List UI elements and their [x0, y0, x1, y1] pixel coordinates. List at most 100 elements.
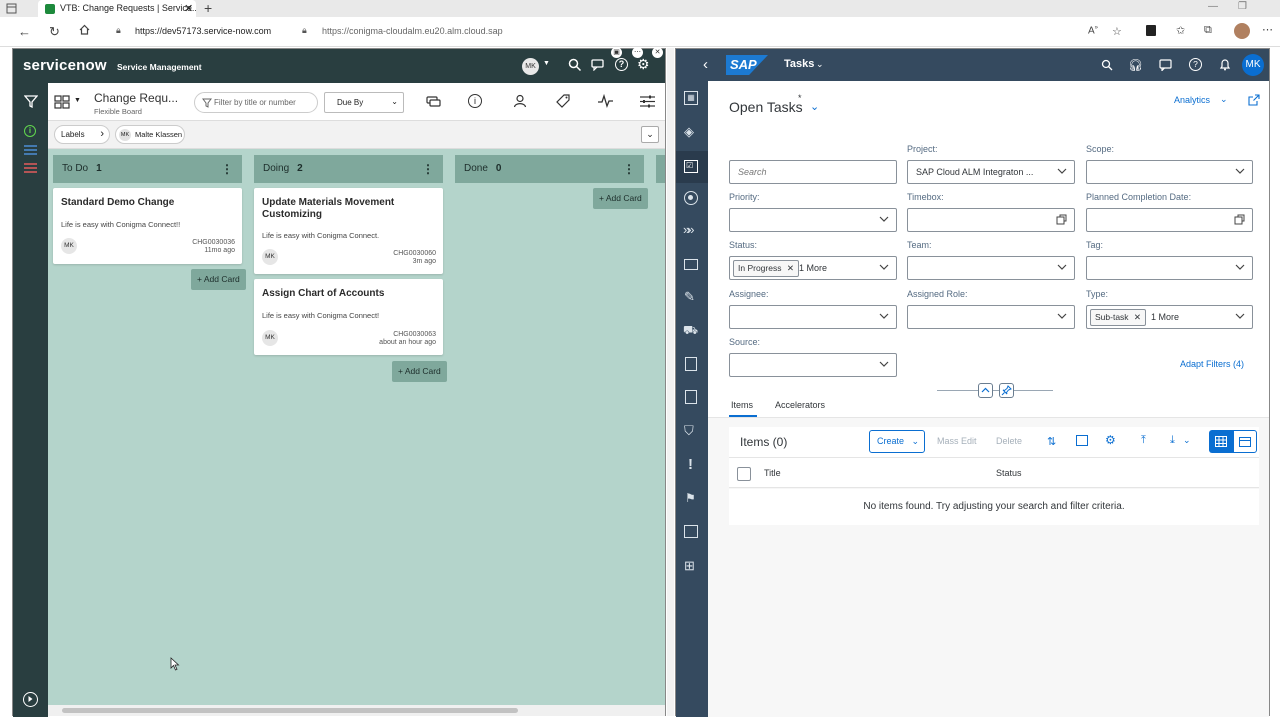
type-more-link[interactable]: 1 More — [1151, 312, 1179, 322]
value-help-icon[interactable] — [1234, 214, 1245, 225]
window-menu-icon[interactable] — [6, 3, 17, 14]
board-switcher-icon[interactable] — [54, 95, 70, 109]
status-multiselect[interactable]: In Progress ✕ 1 More — [729, 256, 897, 280]
upload-icon[interactable]: ⤒ — [1141, 434, 1146, 447]
scope-select[interactable] — [1086, 160, 1253, 184]
lane-menu-icon[interactable]: ⋮ — [422, 155, 434, 183]
board-settings-sliders-icon[interactable] — [640, 95, 655, 108]
app-title-chevron-icon[interactable]: ⌄ — [816, 59, 824, 70]
remove-token-icon[interactable]: ✕ — [1134, 312, 1141, 322]
chat-icon[interactable] — [591, 59, 605, 71]
share-icon[interactable] — [1248, 94, 1260, 106]
priority-select[interactable] — [729, 208, 897, 232]
flag-icon[interactable]: ⚑ — [685, 491, 696, 505]
lane-menu-icon[interactable]: ⋮ — [623, 155, 635, 183]
filter-navigator-icon[interactable] — [24, 95, 38, 108]
expand-filters-chevron-icon[interactable]: ⌄ — [641, 126, 659, 143]
analytics-link[interactable]: Analytics — [1174, 95, 1210, 105]
board-switcher-chevron-icon[interactable]: ▼ — [74, 97, 81, 104]
search-icon[interactable] — [568, 58, 582, 72]
type-multiselect[interactable]: Sub-task ✕ 1 More — [1086, 305, 1253, 329]
pane-more-icon[interactable]: ⋯ — [632, 47, 643, 58]
search-input[interactable]: Search — [729, 160, 897, 184]
filter-input[interactable]: Filter by title or number — [194, 92, 318, 113]
planned-date-input[interactable] — [1086, 208, 1253, 232]
variant-title[interactable]: Open Tasks — [729, 99, 803, 115]
new-tab-icon[interactable]: + — [204, 0, 212, 16]
remove-token-icon[interactable]: ✕ — [787, 263, 794, 273]
pane-close-icon[interactable]: ✕ — [652, 47, 663, 58]
value-help-icon[interactable] — [1056, 214, 1067, 225]
more-menu-icon[interactable]: ⋯ — [1262, 23, 1273, 36]
feedback-icon[interactable] — [1159, 59, 1172, 71]
card-update-materials[interactable]: Update Materials Movement Customizing Li… — [254, 188, 443, 274]
reload-icon[interactable]: ↻ — [49, 24, 60, 40]
members-icon[interactable] — [513, 94, 527, 108]
process-icon[interactable]: »» — [683, 222, 695, 237]
settings-gear-icon[interactable]: ⚙ — [637, 56, 650, 73]
lane-menu-icon[interactable]: ⋮ — [221, 155, 233, 183]
read-aloud-icon[interactable]: A» — [1088, 25, 1098, 36]
status-token[interactable]: In Progress ✕ — [733, 260, 799, 277]
team-select[interactable] — [907, 256, 1075, 280]
adapt-filters-link[interactable]: Adapt Filters (4) — [1180, 359, 1244, 369]
home-icon[interactable] — [78, 23, 91, 36]
favorites-icon[interactable]: ✩ — [1176, 24, 1185, 37]
status-more-link[interactable]: 1 More — [799, 263, 827, 273]
split-screen-icon[interactable] — [1146, 25, 1156, 36]
create-button[interactable]: Create ⌄ — [869, 430, 925, 453]
group-icon[interactable] — [1076, 435, 1088, 446]
column-header-status[interactable]: Status — [996, 468, 1022, 478]
nav-back-icon[interactable]: ‹ — [703, 56, 708, 73]
add-card-button-todo[interactable]: + Add Card — [191, 269, 246, 290]
sap-help-icon[interactable]: ? — [1189, 58, 1202, 71]
documents-icon[interactable] — [685, 357, 697, 371]
tab-items[interactable]: Items — [731, 400, 753, 410]
calendar-view-toggle[interactable] — [1233, 430, 1257, 453]
type-token[interactable]: Sub-task ✕ — [1090, 309, 1147, 326]
target-icon[interactable] — [684, 191, 698, 205]
add-card-button-doing[interactable]: + Add Card — [392, 361, 447, 382]
back-icon[interactable]: ← — [18, 24, 31, 39]
table-view-toggle[interactable] — [1209, 430, 1233, 453]
tasks-nav-item[interactable]: ☑ — [676, 151, 708, 183]
notifications-bell-icon[interactable] — [1219, 58, 1231, 71]
app-title[interactable]: Tasks — [784, 58, 814, 70]
conversations-icon[interactable] — [426, 96, 441, 108]
minimize-icon[interactable]: — — [1208, 1, 1218, 12]
servicenow-logo[interactable]: servicenow — [23, 57, 107, 74]
restore-icon[interactable]: ❐ — [1238, 1, 1247, 12]
pin-header-icon[interactable] — [999, 383, 1014, 398]
export-chevron-icon[interactable]: ⌄ — [1183, 435, 1191, 446]
select-all-checkbox[interactable] — [737, 467, 751, 481]
mass-edit-button[interactable]: Mass Edit — [937, 436, 977, 446]
url-left[interactable]: https://dev57173.service-now.com — [135, 26, 271, 36]
activity-stream-icon[interactable] — [598, 94, 613, 108]
scrollbar-thumb[interactable] — [62, 708, 518, 713]
info-circle-icon[interactable]: i — [468, 94, 482, 108]
table-settings-icon[interactable]: ⚙ — [1105, 433, 1116, 447]
source-select[interactable] — [729, 353, 897, 377]
close-tab-icon[interactable]: ✕ — [184, 2, 193, 15]
play-tour-icon[interactable] — [23, 692, 38, 707]
sap-user-avatar[interactable]: MK — [1242, 54, 1264, 76]
tab-accelerators[interactable]: Accelerators — [775, 400, 825, 410]
timebox-input[interactable] — [907, 208, 1075, 232]
export-icon[interactable]: ⤓ — [1170, 434, 1175, 447]
pane-splitter[interactable] — [667, 48, 674, 716]
headset-icon[interactable]: 🎧︎ — [1128, 58, 1143, 72]
sort-select[interactable]: Due By ⌄ — [324, 92, 404, 113]
column-header-title[interactable]: Title — [764, 468, 781, 478]
project-select[interactable]: SAP Cloud ALM Integraton ... — [907, 160, 1075, 184]
user-avatar[interactable]: MK — [522, 58, 539, 75]
delete-button[interactable]: Delete — [996, 436, 1022, 446]
analytics-chevron-icon[interactable]: ⌄ — [1220, 94, 1228, 105]
assignee-select[interactable] — [729, 305, 897, 329]
labels-chip[interactable]: Labels › — [54, 125, 110, 144]
lane-header-done[interactable]: Done 0 ⋮ — [455, 155, 644, 183]
deployments-icon[interactable]: ⛟ — [683, 323, 698, 339]
profile-avatar[interactable] — [1234, 23, 1250, 39]
variant-chevron-icon[interactable]: ⌄ — [810, 100, 819, 113]
projects-icon[interactable]: ◈ — [684, 124, 694, 140]
list-icon[interactable] — [24, 145, 37, 155]
